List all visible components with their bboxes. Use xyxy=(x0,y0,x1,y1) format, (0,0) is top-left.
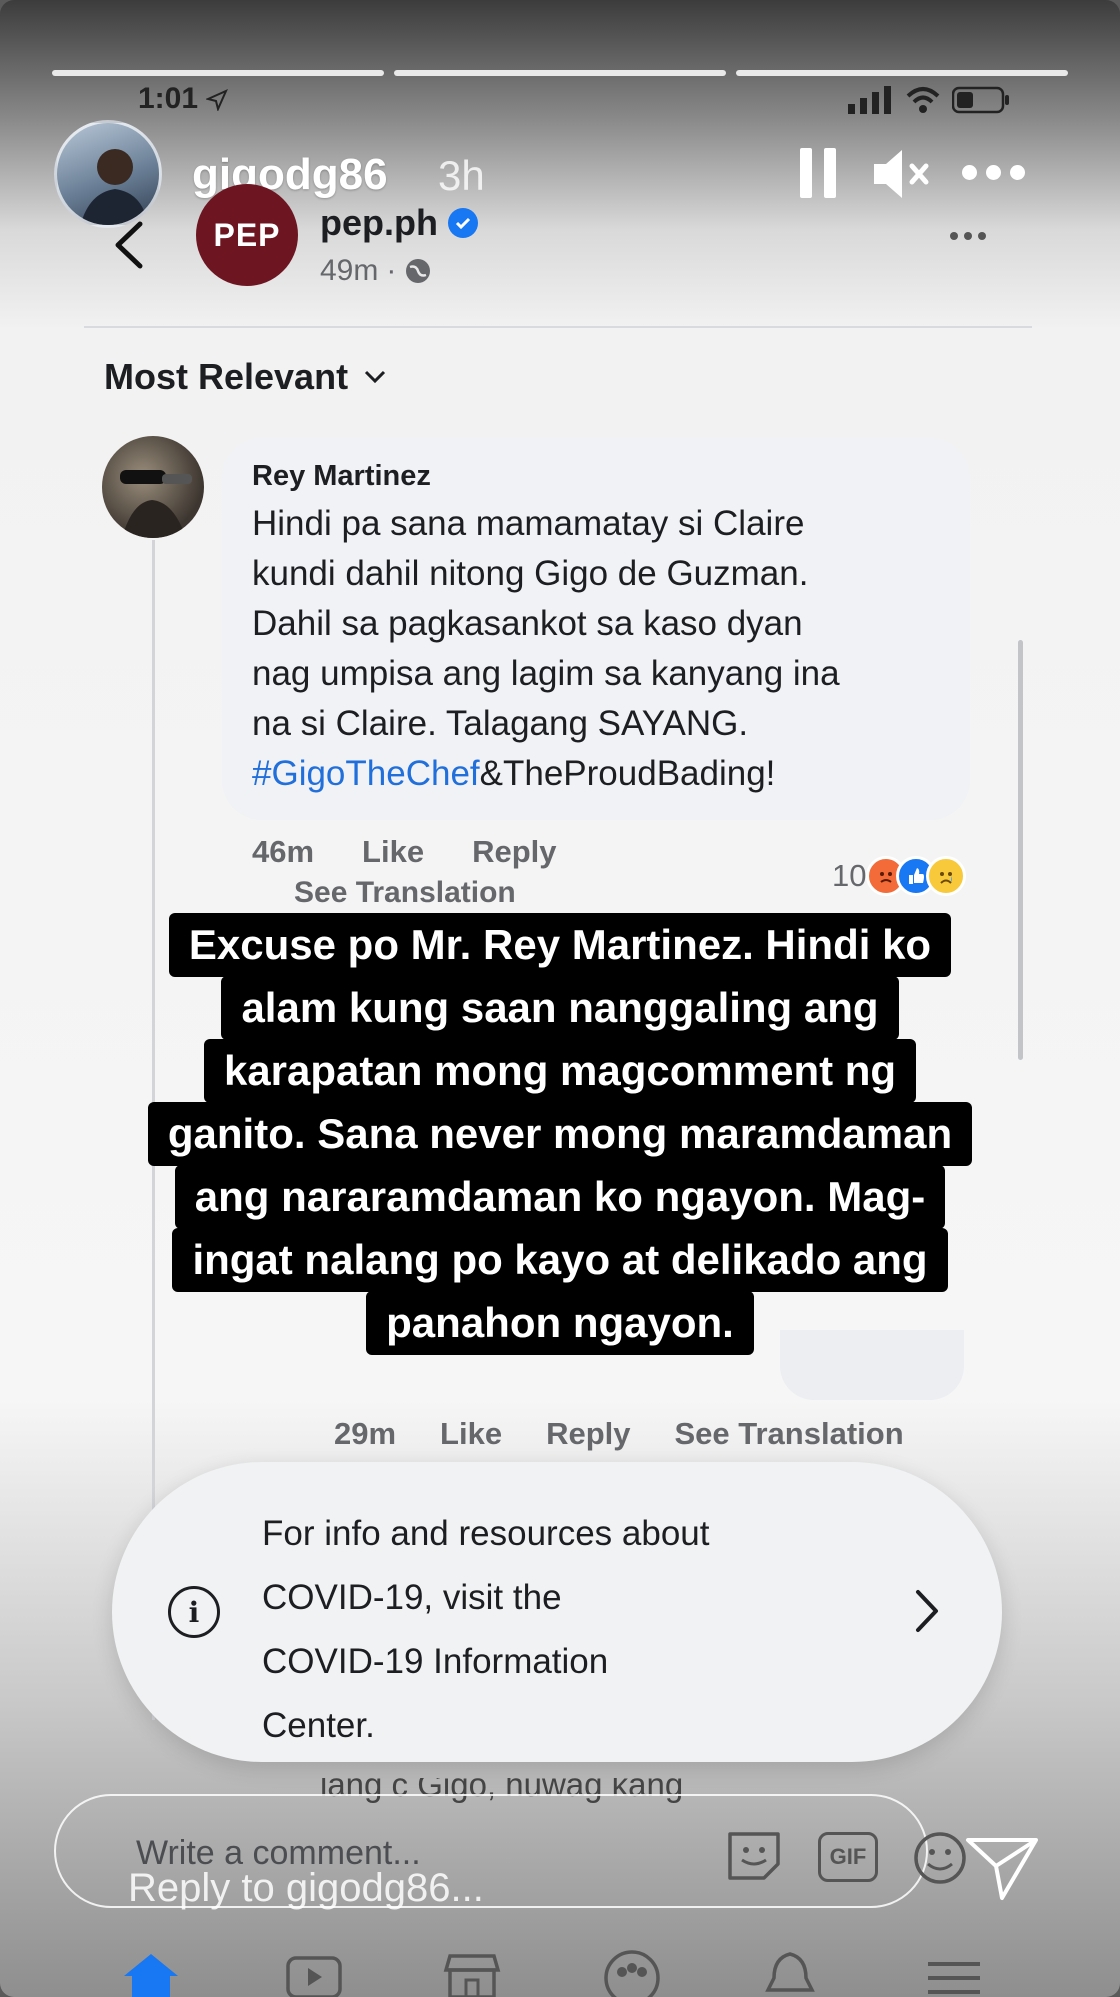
tab-watch[interactable] xyxy=(284,1950,344,1997)
sort-label: Most Relevant xyxy=(104,356,349,397)
overlay-line: alam kung saan nanggaling ang xyxy=(221,976,899,1040)
person-photo-icon xyxy=(120,470,192,538)
signal-icon xyxy=(848,86,891,114)
covid-info-banner[interactable]: i For info and resources about COVID-19,… xyxy=(112,1462,1002,1762)
story-viewer[interactable]: 1:01 gigodg86 3h PEP pep.ph 49m · Most R… xyxy=(0,0,1120,1997)
progress-segment xyxy=(394,70,726,76)
covid-line: COVID-19 Information xyxy=(262,1642,609,1681)
sad-reaction-icon xyxy=(926,856,967,896)
home-icon xyxy=(124,1954,178,1997)
story-more-button[interactable] xyxy=(962,165,1025,180)
covid-line: Center. xyxy=(262,1706,375,1745)
tab-marketplace[interactable] xyxy=(440,1950,504,1997)
send-button[interactable] xyxy=(962,1826,1042,1911)
covid-banner-text: For info and resources about COVID-19, v… xyxy=(262,1502,822,1758)
chevron-left-icon xyxy=(115,221,143,269)
comment-line: Dahil sa pagkasankot sa kaso dyan xyxy=(252,604,803,643)
comment-time: 46m xyxy=(252,834,315,869)
pause-icon xyxy=(800,148,812,198)
sticker-icon xyxy=(728,1832,780,1880)
story-author-avatar[interactable] xyxy=(54,120,162,228)
hashtag-suffix: &TheProudBading! xyxy=(479,754,776,793)
reply-button[interactable]: Reply xyxy=(472,834,556,870)
reply-time: 29m xyxy=(334,1416,397,1451)
hashtag-link[interactable]: #GigoTheChef xyxy=(252,754,480,793)
comment-text: Hindi pa sana mamamatay si Claire kundi … xyxy=(252,499,940,799)
story-time: 3h xyxy=(438,152,485,199)
pause-button[interactable] xyxy=(800,148,836,198)
hamburger-menu-icon xyxy=(928,1962,980,1994)
comment-actions: 46m Like Reply xyxy=(252,834,557,870)
battery-icon xyxy=(952,86,1009,114)
story-progress-bar xyxy=(52,70,1068,76)
comment-line: Hindi pa sana mamamatay si Claire xyxy=(252,504,805,543)
mute-button[interactable] xyxy=(872,146,934,207)
overlay-line: ganito. Sana never mong maramdaman xyxy=(147,1102,973,1166)
gif-button[interactable]: GIF xyxy=(818,1832,878,1882)
comment-line: nag umpisa ang lagim sa kanyang ina xyxy=(252,654,840,693)
commenter-avatar[interactable] xyxy=(102,436,204,538)
page-logo[interactable]: PEP xyxy=(196,184,298,286)
story-reply-placeholder[interactable]: Reply to gigodg86... xyxy=(128,1866,484,1911)
emoji-button[interactable] xyxy=(912,1830,968,1891)
chevron-right-icon xyxy=(912,1586,942,1641)
status-time: 1:01 xyxy=(138,82,229,116)
comment-line: kundi dahil nitong Gigo de Guzman. xyxy=(252,554,809,593)
overlay-line: panahon ngayon. xyxy=(366,1291,754,1355)
globe-icon xyxy=(406,259,431,283)
chevron-down-icon xyxy=(365,370,386,384)
location-arrow-icon xyxy=(205,89,229,113)
overlay-line: ingat nalang po kayo at delikado ang xyxy=(172,1228,948,1292)
video-icon xyxy=(286,1956,342,1997)
divider xyxy=(84,326,1032,328)
tab-groups[interactable] xyxy=(600,1950,664,1997)
story-text-overlay: Excuse po Mr. Rey Martinez. Hindi ko ala… xyxy=(0,913,1120,1355)
store-icon xyxy=(443,1954,501,1997)
overlay-line: Excuse po Mr. Rey Martinez. Hindi ko xyxy=(168,913,952,977)
reaction-count: 10 xyxy=(832,858,867,893)
progress-segment xyxy=(736,70,1068,76)
progress-segment xyxy=(52,70,384,76)
comment-line: na si Claire. Talagang SAYANG. xyxy=(252,704,749,743)
more-dots-icon xyxy=(962,165,977,180)
tab-notifications[interactable] xyxy=(762,1950,818,1997)
comment-author[interactable]: Rey Martinez xyxy=(252,460,940,493)
post-meta: 49m · xyxy=(320,254,432,288)
see-translation-link[interactable]: See Translation xyxy=(675,1416,904,1452)
page-name[interactable]: pep.ph xyxy=(320,202,478,244)
post-time: 49m xyxy=(320,254,379,287)
bell-icon xyxy=(765,1952,815,1992)
sticker-button[interactable] xyxy=(724,1828,784,1889)
comment-sort-dropdown[interactable]: Most Relevant xyxy=(104,356,386,398)
overlay-line: ang nararamdaman ko ngayon. Mag- xyxy=(174,1165,946,1229)
groups-icon xyxy=(604,1950,660,1997)
overlay-line: karapatan mong magcomment ng xyxy=(203,1039,917,1103)
person-photo-icon xyxy=(80,149,149,225)
post-more-button[interactable] xyxy=(950,232,986,240)
back-button[interactable] xyxy=(112,220,146,275)
reply-actions: 29m Like Reply See Translation xyxy=(334,1416,904,1452)
tab-home[interactable] xyxy=(118,1950,184,1997)
info-icon: i xyxy=(168,1586,220,1638)
smiley-icon xyxy=(914,1832,966,1884)
page-name-label: pep.ph xyxy=(320,202,438,243)
send-paper-plane-icon xyxy=(966,1838,1038,1900)
reaction-summary[interactable]: 10 xyxy=(832,856,967,896)
muted-speaker-icon xyxy=(874,150,929,198)
verified-badge-icon xyxy=(447,208,478,238)
comment-line: #GigoTheChef&TheProudBading! xyxy=(252,749,940,799)
wifi-icon xyxy=(906,87,940,113)
tab-menu[interactable] xyxy=(924,1950,984,1997)
like-button[interactable]: Like xyxy=(440,1416,502,1452)
comment-bubble[interactable]: Rey Martinez Hindi pa sana mamamatay si … xyxy=(222,438,970,820)
covid-line: For info and resources about xyxy=(262,1514,710,1553)
like-button[interactable]: Like xyxy=(362,834,424,870)
status-icons xyxy=(848,86,1010,114)
reply-button[interactable]: Reply xyxy=(546,1416,630,1452)
bottom-tab-bar xyxy=(0,1950,1120,1997)
covid-line: COVID-19, visit the xyxy=(262,1578,562,1617)
see-translation-link[interactable]: See Translation xyxy=(294,876,516,910)
more-dots-icon xyxy=(950,232,958,240)
